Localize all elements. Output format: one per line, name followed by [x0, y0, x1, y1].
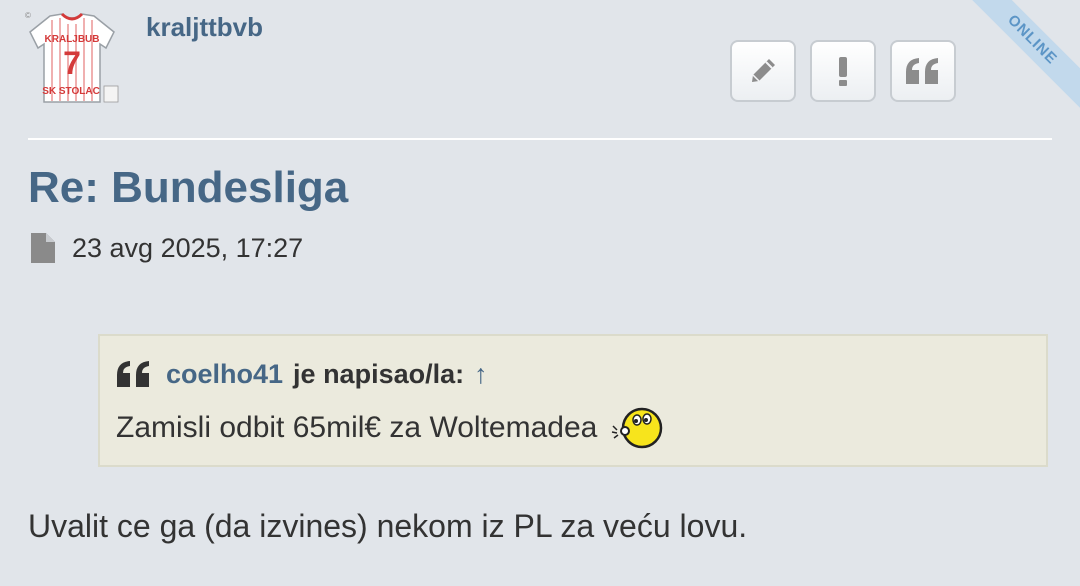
file-icon[interactable] [30, 232, 56, 264]
author-username[interactable]: kraljttbvb [146, 12, 263, 43]
pencil-icon [752, 59, 775, 82]
quote-wrote-label: je napisao/la: [293, 358, 465, 389]
online-status-ribbon: ONLINE [951, 0, 1080, 121]
edit-button[interactable] [730, 40, 796, 102]
post-body: Uvalit ce ga (da izvines) nekom iz PL za… [28, 508, 748, 544]
quote-content: Zamisli odbit 65mil€ za Woltemadea [116, 411, 598, 444]
football-jersey-avatar: © KRALJBUB 7 SK STOLAC [25, 11, 119, 103]
post-meta: 23 avg 2025, 17:27 [30, 232, 303, 264]
header-divider [28, 138, 1052, 140]
jersey-number: 7 [63, 45, 81, 81]
post-date: 23 avg 2025, 17:27 [72, 232, 304, 263]
quote-text: Zamisli odbit 65mil€ za Woltemadea [116, 406, 667, 450]
report-button[interactable] [810, 40, 876, 102]
jersey-team: SK STOLAC [42, 86, 100, 97]
avatar[interactable]: © KRALJBUB 7 SK STOLAC [22, 8, 122, 106]
quote-icon [117, 361, 149, 387]
quote-button[interactable] [890, 40, 956, 102]
whistling-smiley-icon [612, 407, 663, 449]
svg-text:©: © [25, 11, 31, 20]
jersey-name: KRALJBUB [45, 34, 100, 45]
quote-icon [906, 58, 938, 84]
quote-block: coelho41 je napisao/la: ↑ Zamisli odbit … [98, 334, 1048, 467]
quote-author-link[interactable]: coelho41 [166, 359, 283, 390]
post-title[interactable]: Re: Bundesliga [28, 162, 348, 214]
exclamation-icon [839, 57, 847, 86]
forum-post: © KRALJBUB 7 SK STOLAC kraljttbvb ONLINE [0, 0, 1080, 586]
quote-source-link[interactable]: ↑ [474, 359, 488, 390]
quote-header: coelho41 je napisao/la: ↑ [116, 358, 488, 390]
